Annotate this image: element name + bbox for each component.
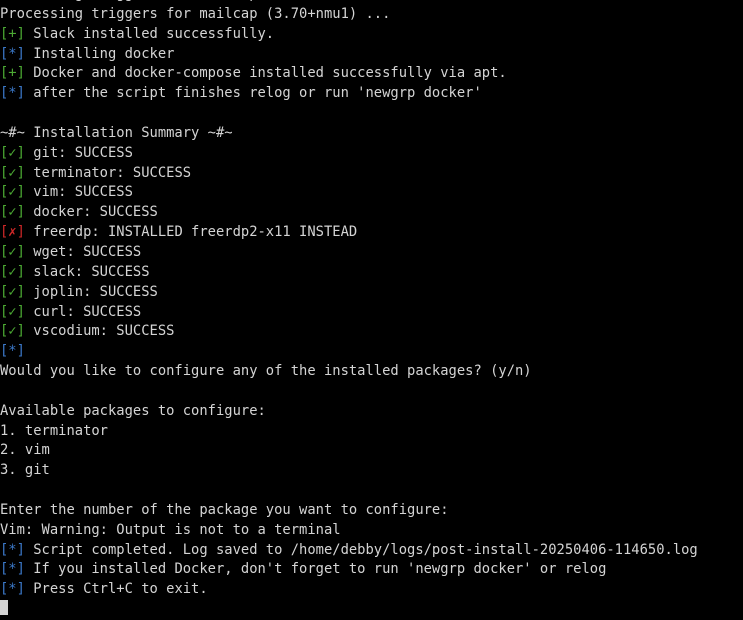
terminal-line: [*] Script completed. Log saved to /home… bbox=[0, 541, 743, 561]
line-text: Slack installed successfully. bbox=[24, 25, 275, 42]
success-marker: [✓] bbox=[0, 243, 25, 260]
line-text: 3. git bbox=[0, 462, 50, 479]
line-text: Script completed. Log saved to /home/deb… bbox=[24, 541, 698, 558]
terminal-line: [*] Installing docker bbox=[0, 45, 743, 65]
line-text: Vim: Warning: Output is not to a termina… bbox=[0, 521, 341, 538]
success-marker: [+] bbox=[0, 25, 25, 42]
terminal-line: [*] If you installed Docker, don't forge… bbox=[0, 560, 743, 580]
line-text: Docker and docker-compose installed succ… bbox=[24, 65, 507, 82]
success-marker: [✓] bbox=[0, 164, 25, 181]
line-text: git: SUCCESS bbox=[24, 144, 133, 161]
line-text: freerdp: INSTALLED freerdp2-x11 INSTEAD bbox=[24, 224, 358, 241]
terminal-line: 3. git bbox=[0, 461, 743, 481]
success-marker: [✓] bbox=[0, 144, 25, 161]
terminal-line: [*] Press Ctrl+C to exit. bbox=[0, 580, 743, 600]
terminal-line: [✓] wget: SUCCESS bbox=[0, 243, 743, 263]
terminal-line: [✓] slack: SUCCESS bbox=[0, 263, 743, 283]
terminal-line: Enter the number of the package you want… bbox=[0, 501, 743, 521]
terminal-line: Vim: Warning: Output is not to a termina… bbox=[0, 521, 743, 541]
terminal-line: 2. vim bbox=[0, 441, 743, 461]
terminal-line: [✓] docker: SUCCESS bbox=[0, 203, 743, 223]
line-text: wget: SUCCESS bbox=[24, 243, 142, 260]
line-text: Press Ctrl+C to exit. bbox=[24, 581, 208, 598]
info-marker: [*] bbox=[0, 581, 25, 598]
line-text: 1. terminator bbox=[0, 422, 108, 439]
terminal-line: 1. terminator bbox=[0, 422, 743, 442]
error-marker: [✗] bbox=[0, 224, 25, 241]
line-text: terminator: SUCCESS bbox=[24, 164, 192, 181]
text-cursor bbox=[0, 600, 8, 616]
info-marker: [*] bbox=[0, 45, 25, 62]
terminal-line: [✓] joplin: SUCCESS bbox=[0, 283, 743, 303]
line-text: Processing triggers for desktop-file-uti… bbox=[0, 0, 457, 2]
line-text: curl: SUCCESS bbox=[24, 303, 142, 320]
terminal-line: Would you like to configure any of the i… bbox=[0, 362, 743, 382]
line-text: Installing docker bbox=[24, 45, 175, 62]
terminal-line: [*] bbox=[0, 342, 743, 362]
terminal-line: [✓] vscodium: SUCCESS bbox=[0, 322, 743, 342]
line-text: 2. vim bbox=[0, 442, 50, 459]
info-marker: [*] bbox=[0, 343, 25, 360]
line-text: If you installed Docker, don't forget to… bbox=[24, 561, 607, 578]
success-marker: [+] bbox=[0, 65, 25, 82]
success-marker: [✓] bbox=[0, 303, 25, 320]
line-text: Would you like to configure any of the i… bbox=[0, 363, 532, 380]
line-text: vim: SUCCESS bbox=[24, 184, 133, 201]
info-marker: [*] bbox=[0, 561, 25, 578]
success-marker: [✓] bbox=[0, 263, 25, 280]
line-text: Enter the number of the package you want… bbox=[0, 501, 449, 518]
terminal-output[interactable]: Processing triggers for desktop-file-uti… bbox=[0, 0, 743, 620]
terminal-line: [*] after the script finishes relog or r… bbox=[0, 84, 743, 104]
success-marker: [✓] bbox=[0, 204, 25, 221]
success-marker: [✓] bbox=[0, 184, 25, 201]
terminal-line: Processing triggers for mailcap (3.70+nm… bbox=[0, 5, 743, 25]
info-marker: [*] bbox=[0, 541, 25, 558]
terminal-line: ~#~ Installation Summary ~#~ bbox=[0, 124, 743, 144]
line-text: docker: SUCCESS bbox=[24, 204, 158, 221]
line-text: slack: SUCCESS bbox=[24, 263, 150, 280]
success-marker: [✓] bbox=[0, 283, 25, 300]
terminal-line: [✓] git: SUCCESS bbox=[0, 144, 743, 164]
terminal-line: [✓] terminator: SUCCESS bbox=[0, 164, 743, 184]
line-text: vscodium: SUCCESS bbox=[24, 323, 175, 340]
info-marker: [*] bbox=[0, 85, 25, 102]
line-text: joplin: SUCCESS bbox=[24, 283, 158, 300]
line-text: Processing triggers for mailcap (3.70+nm… bbox=[0, 5, 391, 22]
line-text: ~#~ Installation Summary ~#~ bbox=[0, 124, 233, 141]
terminal-line: [+] Docker and docker-compose installed … bbox=[0, 64, 743, 84]
line-text: Available packages to configure: bbox=[0, 402, 266, 419]
terminal-line: [✓] vim: SUCCESS bbox=[0, 183, 743, 203]
line-text: after the script finishes relog or run '… bbox=[24, 85, 482, 102]
terminal-line: [✓] curl: SUCCESS bbox=[0, 303, 743, 323]
terminal-line: [✗] freerdp: INSTALLED freerdp2-x11 INST… bbox=[0, 223, 743, 243]
terminal-line: Available packages to configure: bbox=[0, 402, 743, 422]
terminal-line bbox=[0, 600, 743, 620]
terminal-line: [+] Slack installed successfully. bbox=[0, 25, 743, 45]
success-marker: [✓] bbox=[0, 323, 25, 340]
